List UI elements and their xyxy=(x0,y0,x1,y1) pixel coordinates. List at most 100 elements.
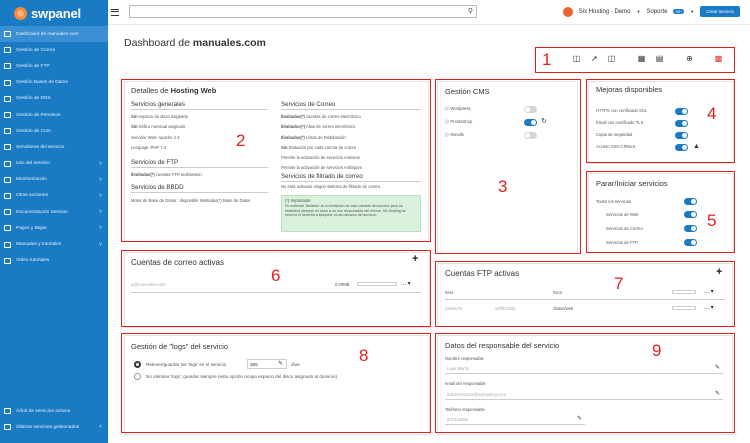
ftp-password: a6fhb1E83 xyxy=(495,306,516,311)
prestashop-toggle[interactable] xyxy=(524,119,537,126)
caret-down-icon[interactable]: ▼ xyxy=(636,9,640,14)
mail-account-size: 0.00MB xyxy=(335,282,350,287)
create-service-button[interactable]: Crear servicio xyxy=(700,6,740,17)
moodle-toggle[interactable] xyxy=(524,132,537,139)
field-underline xyxy=(445,424,585,425)
more-options-icon[interactable]: ... ▾ xyxy=(704,288,714,295)
database-stack-icon[interactable]: ◫ xyxy=(607,54,616,63)
backup-toggle[interactable] xyxy=(675,132,688,139)
sidebar-item-label: Gestión de Permisos xyxy=(16,112,61,118)
sidebar-item-dashboard[interactable]: Dashboard de manuales.com xyxy=(0,26,108,43)
add-mail-account-button[interactable]: + xyxy=(412,253,418,265)
pencil-icon[interactable]: ✎ xyxy=(715,390,720,397)
sidebar: swpanel Dashboard de manuales.com Gestió… xyxy=(0,0,108,443)
responsible-name-field[interactable]: Lupe Martin xyxy=(447,366,469,371)
responsible-email-field[interactable]: administracion@swhosting.com xyxy=(447,392,506,397)
line-text: espacio de disco asignado xyxy=(137,114,189,119)
sidebar-item-payments[interactable]: Pagos y Bajas ˅ xyxy=(0,220,108,236)
sidebar-item-databases[interactable]: Gestión Bases de Datos xyxy=(0,75,108,91)
mail-quota-bar xyxy=(357,282,397,286)
sidebar-item-label: Gestión de Cron xyxy=(16,128,51,134)
ftp-header-path: Root xyxy=(553,290,562,295)
annotation-number: 9 xyxy=(652,341,662,360)
improvement-label: HTTPS con certificado SSL xyxy=(596,108,647,113)
important-title: (*) Importante xyxy=(285,198,311,203)
speed-icon[interactable]: ➚ xyxy=(590,54,599,63)
sidebar-item-documentation[interactable]: Documentación Servicio ˅ xyxy=(0,204,108,220)
sidebar-item-usage[interactable]: Uso del servicio ˅ xyxy=(0,156,108,172)
keep-logs-radio[interactable] xyxy=(134,373,141,380)
important-text: Se entiende 'ilimitado' la no limitación… xyxy=(285,204,406,218)
topbar: ⚲ Six Hosting - Demo ▼ Soporte 99+ ▼ Cre… xyxy=(108,0,750,25)
annotation-number: 1 xyxy=(542,50,552,69)
database-icon[interactable]: ◫ xyxy=(572,54,581,63)
sidebar-item-mail[interactable]: Gestión de Correo xyxy=(0,42,108,58)
section-title: Servicios de BBDD xyxy=(131,184,268,193)
sidebar-item-label: Pagos y Bajas xyxy=(16,225,47,231)
cart-icon xyxy=(4,225,11,232)
retain-logs-radio[interactable] xyxy=(134,361,141,368)
app-logo[interactable]: swpanel xyxy=(0,0,108,26)
all-services-toggle[interactable] xyxy=(684,198,697,205)
pencil-icon[interactable]: ✎ xyxy=(577,415,582,422)
search-input[interactable]: ⚲ xyxy=(129,5,477,18)
sidebar-item-permissions[interactable]: Gestión de Permisos xyxy=(0,107,108,123)
annotation-number: 5 xyxy=(707,211,717,230)
help-icon xyxy=(4,241,11,248)
line-text: Lenguaje: PHP 7.4 xyxy=(131,145,167,150)
sidebar-item-dns[interactable]: Gestión de DNS xyxy=(0,91,108,107)
line-text: Listas de Distribución xyxy=(304,135,346,140)
refresh-icon[interactable]: ↻ xyxy=(541,117,547,125)
more-options-icon[interactable]: ... ▾ xyxy=(401,280,411,287)
sidebar-item-active-tree[interactable]: Árbol de servicios activos xyxy=(0,403,108,419)
tls-toggle[interactable] xyxy=(675,120,688,127)
chevron-down-icon: ˅ xyxy=(99,176,102,183)
calculator-icon[interactable]: ▦ xyxy=(637,54,646,63)
sidebar-item-videos[interactable]: Vídeo tutoriales xyxy=(0,253,108,269)
flag-icon xyxy=(4,95,11,102)
field-label: email del responsable xyxy=(445,381,486,386)
support-link[interactable]: Soporte xyxy=(646,9,667,15)
pencil-icon[interactable]: ✎ xyxy=(715,364,720,371)
sidebar-item-label: Servidores del servicio xyxy=(16,144,65,150)
row-divider xyxy=(445,299,725,300)
sidebar-item-other-actions[interactable]: Otras acciones ˅ xyxy=(0,188,108,204)
chevron-down-icon: ˅ xyxy=(99,225,102,232)
delete-service-icon[interactable]: ▩ xyxy=(714,54,723,63)
ssl-toggle[interactable] xyxy=(675,108,688,115)
sidebar-item-servers[interactable]: Servidores del servicio xyxy=(0,139,108,155)
important-note: (*) Importante Se entiende 'ilimitado' l… xyxy=(281,195,421,232)
swpanel-logo-icon xyxy=(14,6,27,20)
more-options-icon[interactable]: ... ▾ xyxy=(704,304,714,311)
ftp-service-toggle[interactable] xyxy=(684,239,697,246)
sidebar-item-ftp[interactable]: Gestión de FTP xyxy=(0,58,108,74)
wordpress-toggle[interactable] xyxy=(524,106,537,113)
chevron-down-icon: ˅ xyxy=(99,160,102,167)
sidebar-item-recent-services[interactable]: Últimos servicios gestionados ˄ xyxy=(0,419,108,435)
sidebar-item-cron[interactable]: Gestión de Cron xyxy=(0,123,108,139)
account-selector[interactable]: Six Hosting - Demo xyxy=(579,9,631,15)
document-check-icon[interactable]: ▤ xyxy=(655,54,664,63)
days-suffix: días xyxy=(291,362,300,367)
sidebar-item-manuals[interactable]: Manuales y tutoriales ˅ xyxy=(0,236,108,252)
web-service-toggle[interactable] xyxy=(684,211,697,218)
search-icon[interactable]: ⚲ xyxy=(468,7,473,15)
sidebar-item-monitoring[interactable]: Monitorización ˅ xyxy=(0,172,108,188)
mail-icon xyxy=(4,47,11,54)
field-label: Teléfono responsable xyxy=(445,407,485,412)
caret-down-icon[interactable]: ▼ xyxy=(690,9,694,14)
mail-service-toggle[interactable] xyxy=(684,225,697,232)
ssh-toggle[interactable] xyxy=(675,144,688,151)
row-divider xyxy=(131,292,421,293)
add-ftp-account-button[interactable]: + xyxy=(716,266,722,278)
cms-row-wordpress: ⚪ Wordpress xyxy=(444,106,471,112)
sidebar-bottom-nav: Árbol de servicios activos Últimos servi… xyxy=(0,403,108,435)
mail-line: Permite la activación de servicios Antiv… xyxy=(281,155,360,160)
responsible-phone-field[interactable]: 877415566 xyxy=(447,417,468,422)
menu-toggle-icon[interactable] xyxy=(111,8,119,16)
mail-line: Ilimitadas(*) Listas de Distribución xyxy=(281,135,346,140)
avatar[interactable] xyxy=(562,6,573,17)
line-text: Permite la activación de servicios Antiv… xyxy=(281,155,360,160)
sync-icon[interactable]: ⊕ xyxy=(685,54,694,63)
cms-name: PrestaShop xyxy=(450,119,473,124)
